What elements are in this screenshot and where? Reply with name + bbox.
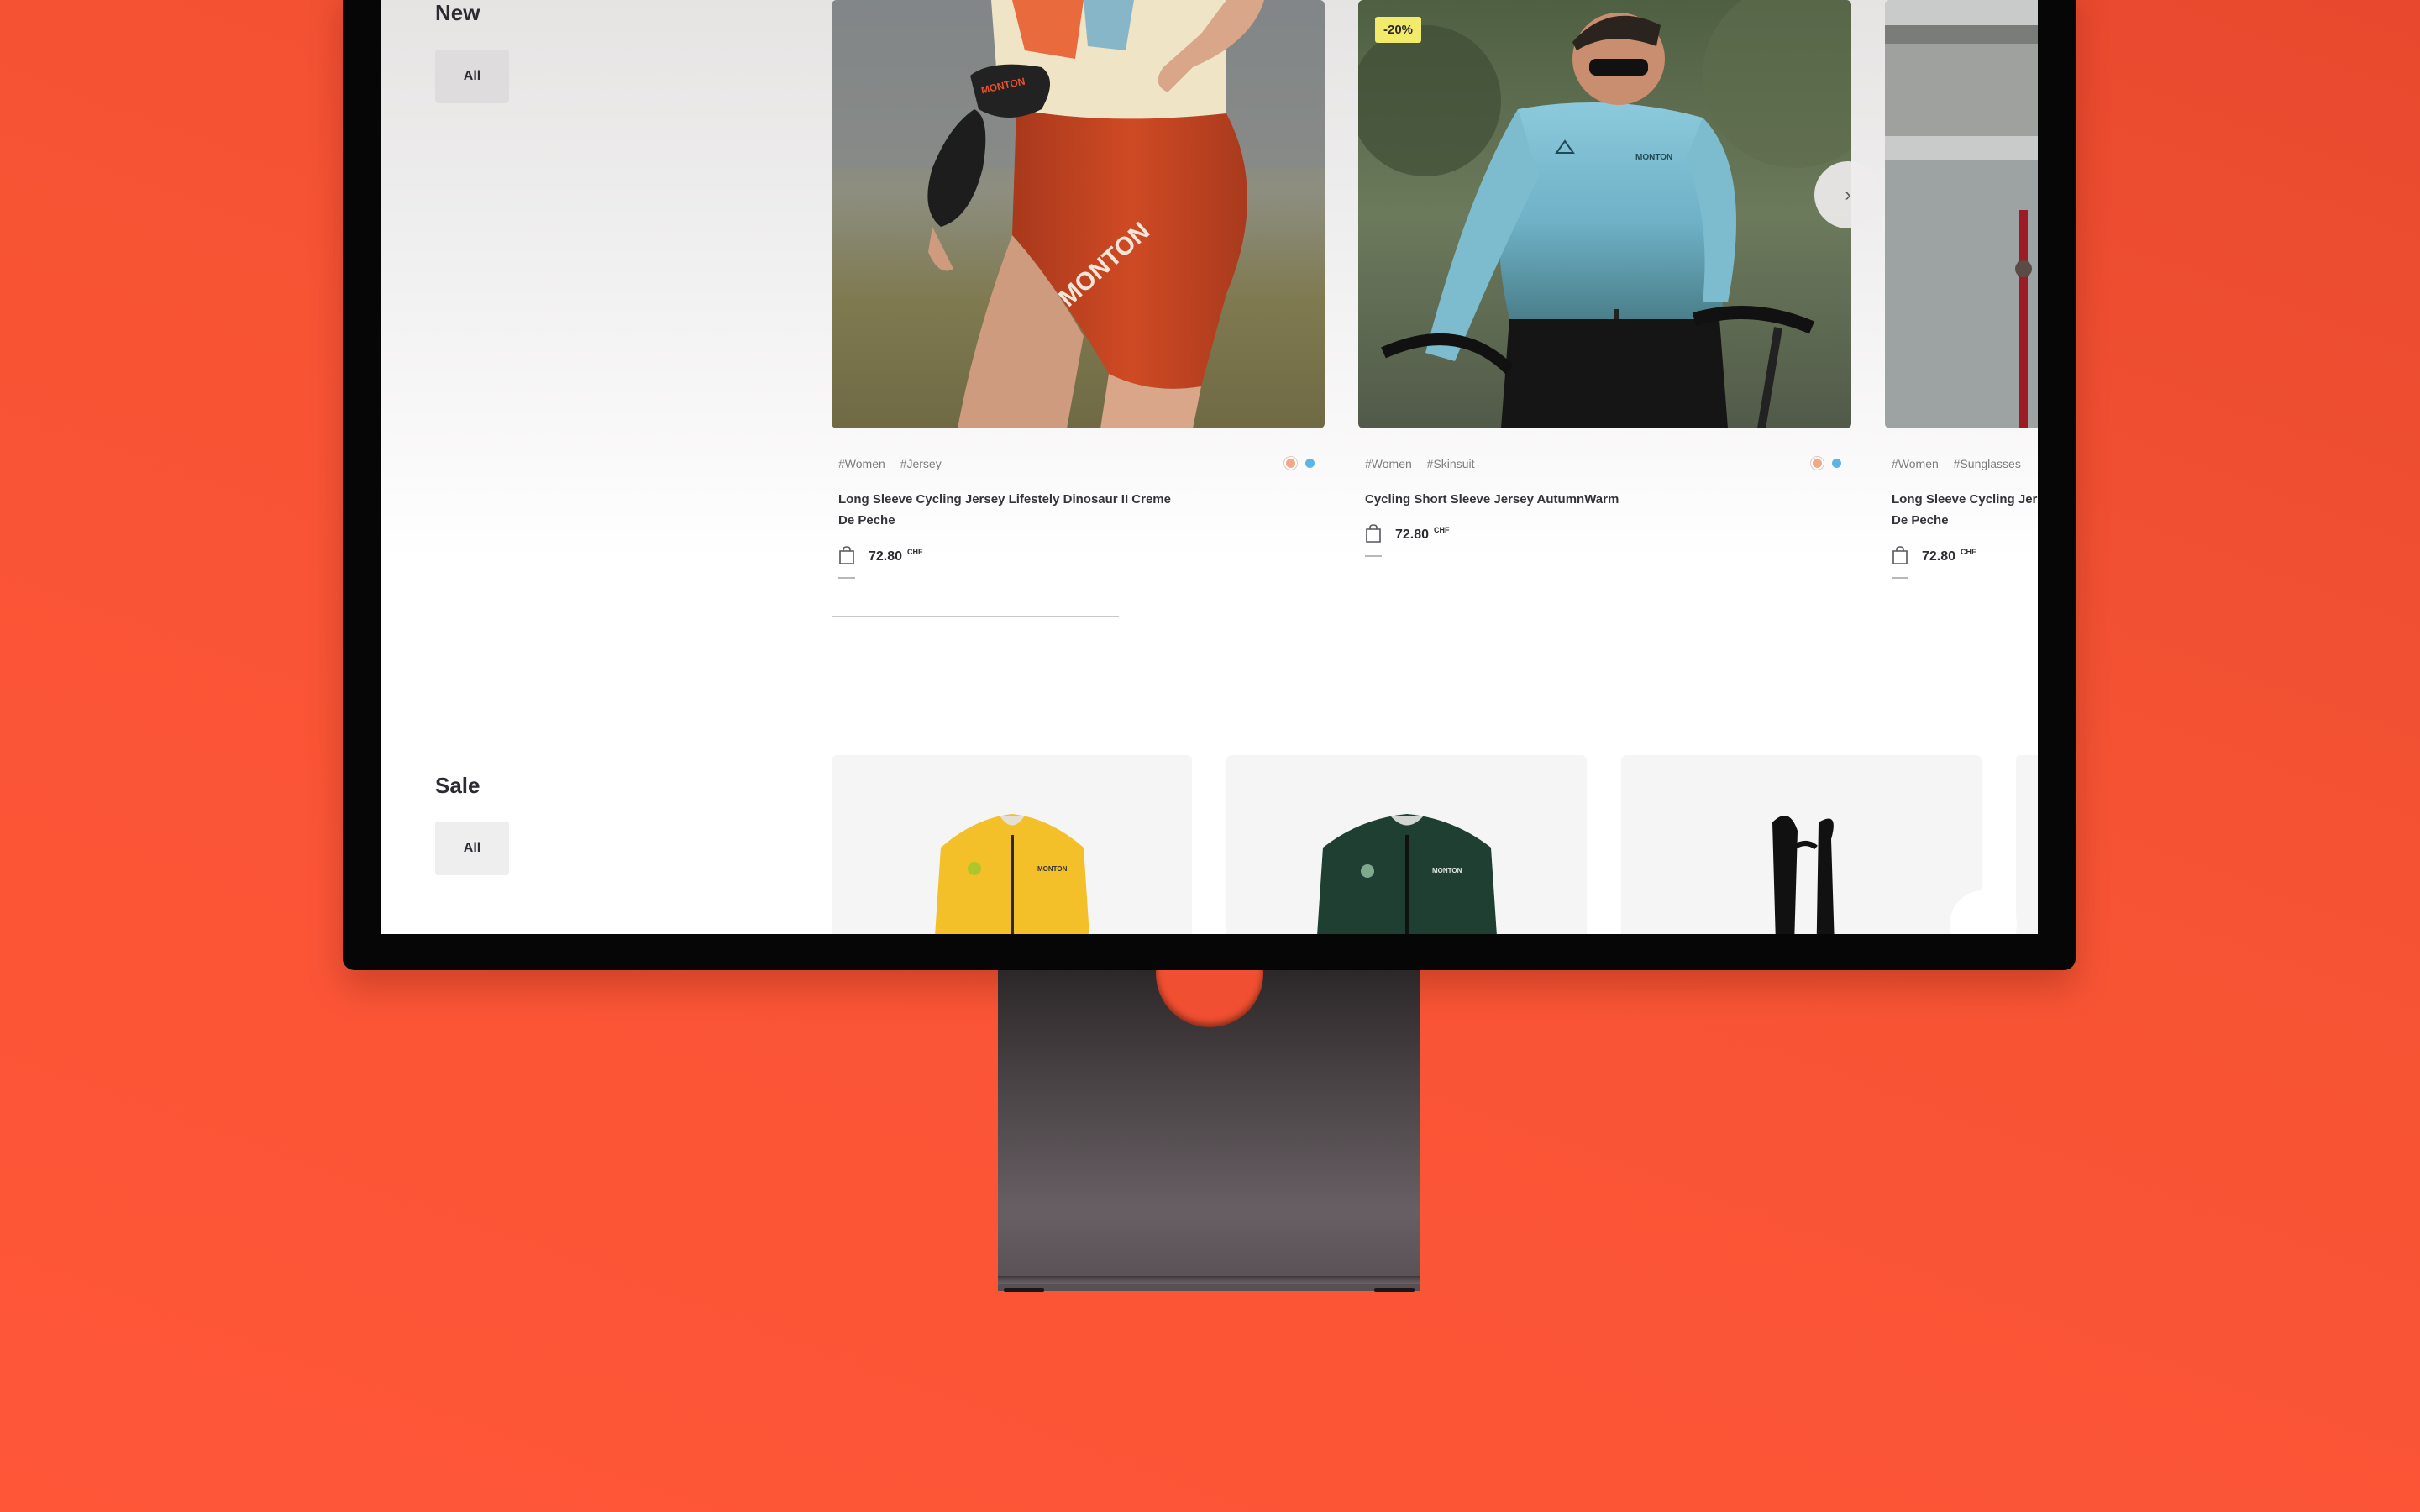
tag[interactable]: #Women	[1365, 457, 1412, 470]
swatch-peach[interactable]	[1286, 459, 1295, 468]
browser-screen: New All MONTON MONTON #Women #Jersey Lon…	[381, 0, 2038, 934]
chevron-right-icon: ›	[1845, 184, 1851, 205]
tag[interactable]: #Jersey	[900, 457, 942, 470]
product-tags: #Women #Jersey	[838, 457, 953, 470]
sale-product-card[interactable]	[2016, 755, 2038, 934]
color-swatches	[1813, 459, 1841, 468]
discount-badge: -20%	[1375, 17, 1422, 43]
product-name[interactable]: Long Sleeve Cycling Jersey Lifestely Din…	[838, 489, 1174, 531]
svg-text:MONTON: MONTON	[1432, 867, 1462, 874]
shopping-bag-icon[interactable]	[1892, 546, 1908, 564]
product-image-yellow-jersey: MONTON	[935, 814, 1089, 934]
sale-product-card[interactable]	[1621, 755, 1982, 934]
sale-product-card[interactable]: MONTON	[1226, 755, 1587, 934]
price-underline	[838, 577, 855, 579]
stand-cutout	[1156, 970, 1263, 1027]
stand-foot	[1004, 1288, 1044, 1292]
monitor-stand	[998, 970, 1420, 1291]
product-image-green-jersey: MONTON	[1317, 814, 1497, 934]
color-swatches	[1286, 459, 1315, 468]
carousel-progress	[832, 616, 1119, 617]
tag[interactable]: #Skinsuit	[1427, 457, 1475, 470]
carousel-next-button[interactable]: ›	[1814, 161, 1882, 228]
product-name[interactable]: Cycling Short Sleeve Jersey AutumnWarm	[1365, 489, 1701, 510]
product-card[interactable]: MONTON MONTON #Women #Jersey Long Sleeve…	[832, 0, 1325, 579]
filter-all-button[interactable]: All	[435, 50, 509, 103]
tag[interactable]: #Women	[838, 457, 885, 470]
stand-foot	[1374, 1288, 1415, 1292]
product-card[interactable]: MONTON -20% #Women #Skinsuit Cycling Sho…	[1358, 0, 1851, 557]
tag[interactable]: #Sunglasses	[1954, 457, 2021, 470]
product-price: 72.80	[1395, 528, 1430, 542]
filter-all-button[interactable]: All	[435, 822, 509, 875]
product-tags: #Women #Skinsuit	[1365, 457, 1486, 470]
brand-print: MONTON	[1635, 153, 1672, 162]
product-image-bib-straps	[1772, 816, 1835, 934]
product-photo-shorts: MONTON MONTON	[832, 0, 1325, 428]
swatch-blue[interactable]	[1832, 459, 1841, 468]
currency-label: CHF	[1434, 526, 1450, 534]
price-row: 72.80 CHF	[1365, 524, 1450, 543]
section-title-new: New	[435, 0, 480, 25]
product-image[interactable]: MONTON MONTON	[832, 0, 1325, 428]
product-price: 72.80	[869, 549, 903, 564]
product-card[interactable]: #Women #Sunglasses Long Sleeve Cycling J…	[1885, 0, 2038, 579]
product-photo-bridge	[1885, 0, 2038, 428]
shopping-bag-icon[interactable]	[838, 546, 855, 564]
shopping-bag-icon[interactable]	[1365, 524, 1382, 543]
swatch-blue[interactable]	[1305, 459, 1315, 468]
sale-product-card[interactable]: MONTON	[832, 755, 1192, 934]
stand-base	[998, 1276, 1420, 1284]
swatch-peach[interactable]	[1813, 459, 1822, 468]
price-underline	[1892, 577, 1908, 579]
price-underline	[1365, 555, 1382, 557]
product-image[interactable]: MONTON -20%	[1358, 0, 1851, 428]
tag[interactable]: #Women	[1892, 457, 1939, 470]
svg-text:MONTON: MONTON	[1037, 865, 1068, 873]
currency-label: CHF	[907, 548, 923, 556]
product-name[interactable]: Long Sleeve Cycling Jersey Lifestely Din…	[1892, 489, 2038, 531]
price-row: 72.80 CHF	[838, 546, 923, 564]
product-photo-jersey: MONTON	[1358, 0, 1851, 428]
product-tags: #Women #Sunglasses	[1892, 457, 2033, 470]
currency-label: CHF	[1961, 548, 1976, 556]
price-row: 72.80 CHF	[1892, 546, 1976, 564]
section-title-sale: Sale	[435, 773, 480, 798]
product-price: 72.80	[1922, 549, 1956, 564]
product-image[interactable]	[1885, 0, 2038, 428]
